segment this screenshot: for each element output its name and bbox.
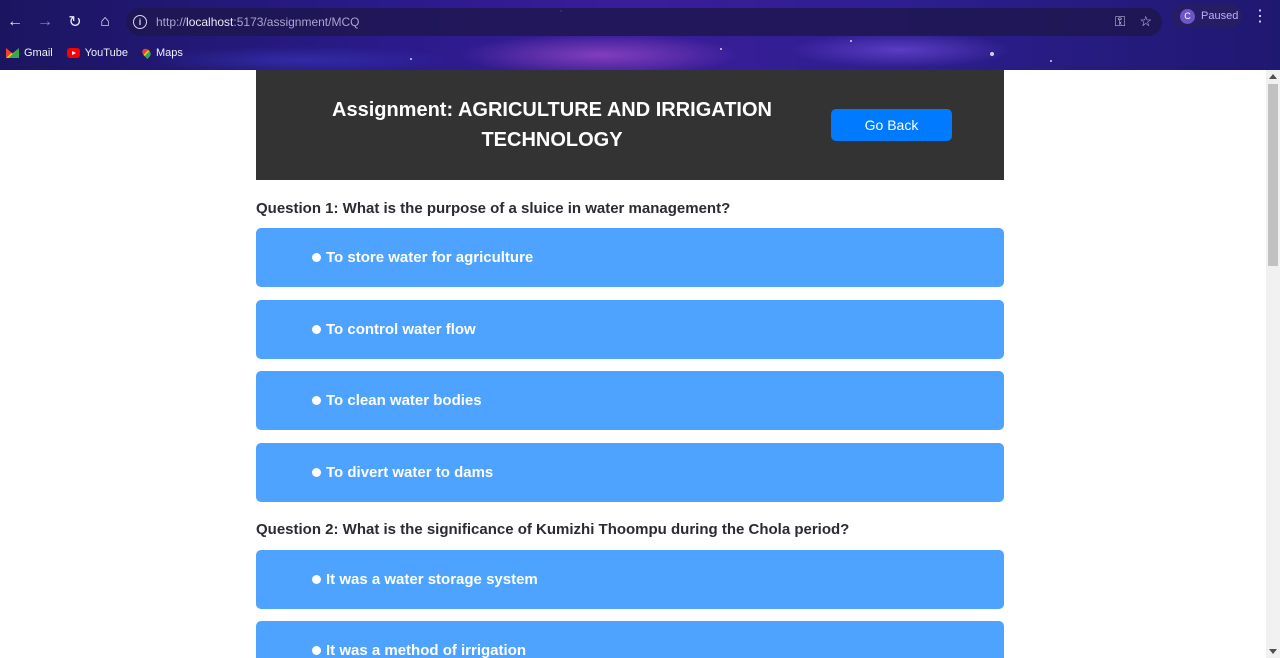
page-title: Assignment: AGRICULTURE AND IRRIGATION T… [332, 99, 772, 151]
radio-bullet-icon [312, 396, 321, 405]
vertical-scrollbar[interactable] [1266, 70, 1280, 658]
option-q1-a[interactable]: To store water for agriculture [256, 228, 1004, 287]
page-content: Assignment: AGRICULTURE AND IRRIGATION T… [0, 70, 1266, 658]
question-2-text: Question 2: What is the significance of … [256, 521, 850, 538]
bookmarks-bar: Gmail YouTube Maps [0, 44, 183, 62]
scroll-down-icon[interactable] [1269, 649, 1277, 654]
option-q1-c[interactable]: To clean water bodies [256, 371, 1004, 430]
reload-icon[interactable]: ↻ [60, 7, 90, 37]
browser-toolbar: ← → ↻ ⌂ i http://localhost:5173/assignme… [0, 6, 1280, 38]
back-arrow-icon[interactable]: ← [0, 7, 30, 37]
gmail-icon [6, 48, 19, 58]
bookmark-maps[interactable]: Maps [140, 47, 183, 59]
assignment-header: Assignment: AGRICULTURE AND IRRIGATION T… [256, 70, 1004, 180]
password-key-icon[interactable]: ⚿ [1115, 13, 1126, 30]
maps-icon [140, 47, 153, 59]
profile-button[interactable]: C Paused [1172, 4, 1242, 28]
address-bar[interactable]: i http://localhost:5173/assignment/MCQ ⚿… [126, 8, 1162, 36]
address-url[interactable]: http://localhost:5173/assignment/MCQ [156, 15, 359, 29]
browser-chrome: ← → ↻ ⌂ i http://localhost:5173/assignme… [0, 0, 1280, 70]
profile-status: Paused [1201, 10, 1239, 22]
radio-bullet-icon [312, 468, 321, 477]
radio-bullet-icon [312, 325, 321, 334]
question-1-text: Question 1: What is the purpose of a slu… [256, 200, 731, 217]
youtube-icon [66, 48, 80, 58]
radio-bullet-icon [312, 646, 321, 655]
site-info-icon[interactable]: i [133, 15, 147, 29]
radio-bullet-icon [312, 575, 321, 584]
scroll-up-icon[interactable] [1269, 74, 1277, 79]
forward-arrow-icon[interactable]: → [30, 7, 60, 37]
option-q2-a[interactable]: It was a water storage system [256, 550, 1004, 609]
home-icon[interactable]: ⌂ [90, 7, 120, 37]
option-q1-b[interactable]: To control water flow [256, 300, 1004, 359]
avatar: C [1180, 8, 1195, 24]
radio-bullet-icon [312, 253, 321, 262]
go-back-button[interactable]: Go Back [831, 109, 952, 141]
scrollbar-thumb[interactable] [1268, 84, 1278, 266]
bookmark-gmail[interactable]: Gmail [6, 47, 53, 59]
bookmark-youtube[interactable]: YouTube [66, 47, 128, 59]
option-q2-b[interactable]: It was a method of irrigation [256, 621, 1004, 658]
more-menu-icon[interactable]: ⋮ [1252, 6, 1268, 26]
bookmark-star-icon[interactable]: ☆ [1139, 13, 1152, 30]
option-q1-d[interactable]: To divert water to dams [256, 443, 1004, 502]
